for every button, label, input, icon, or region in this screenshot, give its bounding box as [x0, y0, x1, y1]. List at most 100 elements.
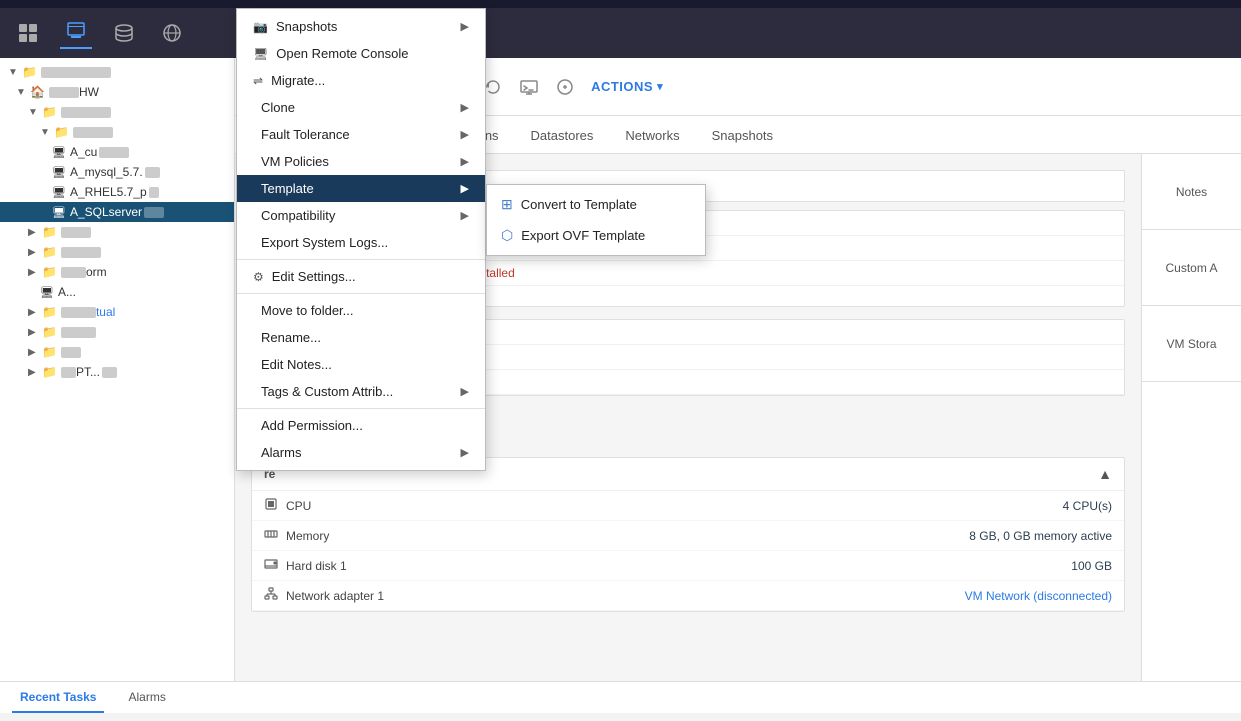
tree-item-hw[interactable]: ▼ 🏠 HW	[0, 82, 234, 102]
hw-network-value: VM Network (disconnected)	[965, 589, 1112, 603]
menu-separator-3	[237, 408, 485, 409]
tree-item-folder1[interactable]: ▼ 📁	[0, 102, 234, 122]
menu-item-template[interactable]: Template ▶	[237, 175, 485, 202]
settings-icon: ⚙	[253, 270, 264, 284]
arrow-icon: ▶	[461, 155, 469, 168]
tree-label: orm	[86, 265, 107, 279]
tree-label: A_RHEL5.7_p	[70, 185, 147, 199]
tree-item-vm-a2[interactable]: 🖥 A...	[0, 282, 234, 302]
tree-item-vm-mysql[interactable]: 🖥 A_mysql_5.7.	[0, 162, 234, 182]
custom-attributes-panel[interactable]: Custom A	[1142, 230, 1241, 306]
folder-icon: 📁	[42, 325, 57, 339]
chevron-icon: ▼	[28, 107, 42, 118]
folder-icon: 📁	[42, 265, 57, 279]
tree-label-blurred	[149, 187, 159, 198]
menu-label-tags: Tags & Custom Attrib...	[261, 384, 393, 399]
menu-item-edit-notes[interactable]: Edit Notes...	[237, 351, 485, 378]
tree-label-blurred	[61, 227, 91, 238]
hw-cpu-value: 4 CPU(s)	[1063, 499, 1112, 513]
alarms-label: Alarms	[128, 690, 165, 704]
tree-label-blurred	[49, 87, 79, 98]
vm-storage-panel[interactable]: VM Stora	[1142, 306, 1241, 382]
collapse-button[interactable]: ▲	[1098, 466, 1112, 482]
tree-item-f2[interactable]: ▶ 📁	[0, 222, 234, 242]
tree-label: A_cu	[70, 145, 97, 159]
tree-item-vm-acu[interactable]: 🖥 A_cu	[0, 142, 234, 162]
tree-item-f3[interactable]: ▶ 📁	[0, 242, 234, 262]
tree-label-blurred	[41, 67, 111, 78]
menu-item-compatibility[interactable]: Compatibility ▶	[237, 202, 485, 229]
recent-tasks-tab[interactable]: Recent Tasks	[12, 682, 104, 713]
menu-label-alarms: Alarms	[261, 445, 301, 460]
vm-icon: 🖥	[52, 146, 66, 159]
folder-icon: 📁	[42, 345, 57, 359]
submenu-item-export-ovf[interactable]: ⬡ Export OVF Template	[487, 220, 705, 251]
tree-item-vm-rhel[interactable]: 🖥 A_RHEL5.7_p	[0, 182, 234, 202]
tree-label: A...	[58, 285, 76, 299]
grid-view-icon[interactable]	[12, 17, 44, 49]
tree-item-f6[interactable]: ▶ 📁	[0, 322, 234, 342]
vm-icon: 🖥	[52, 186, 66, 199]
menu-item-move-folder[interactable]: Move to folder...	[237, 297, 485, 324]
tree-item-subfolder1[interactable]: ▼ 📁	[0, 122, 234, 142]
app-container: ▼ 📁 ▼ 🏠 HW ▼ 📁	[0, 0, 1241, 713]
hw-cpu-label: CPU	[286, 499, 1063, 513]
menu-item-add-permission[interactable]: Add Permission...	[237, 412, 485, 439]
menu-item-edit-settings[interactable]: ⚙ Edit Settings...	[237, 263, 485, 290]
alarms-tab[interactable]: Alarms	[120, 682, 173, 713]
menu-item-migrate[interactable]: ⇌ Migrate...	[237, 67, 485, 94]
console-icon: 🖥	[253, 58, 268, 61]
vm-storage-label: VM Stora	[1166, 337, 1216, 351]
context-menu: 📷 Snapshots ▶ 🖥 Open Remote Console ⇌ Mi…	[236, 58, 486, 471]
hardware-section: re ▲ CPU 4 CPU(s)	[251, 457, 1125, 612]
menu-item-export-logs[interactable]: Export System Logs...	[237, 229, 485, 256]
tree-label-blurred	[145, 167, 160, 178]
hw-disk-value: 100 GB	[1071, 559, 1112, 573]
vm-icon: 🖥	[40, 286, 54, 299]
vm-icon: 🖥	[52, 206, 66, 219]
tree-label-blurred	[61, 347, 81, 358]
tree-item-f7[interactable]: ▶ 📁	[0, 342, 234, 362]
chevron-icon: ▶	[28, 227, 42, 238]
tree-item-root[interactable]: ▼ 📁	[0, 62, 234, 82]
hw-cpu-row: CPU 4 CPU(s)	[252, 491, 1124, 521]
tree-label-blurred	[99, 147, 129, 158]
hw-memory-row: Memory 8 GB, 0 GB memory active	[252, 521, 1124, 551]
menu-item-open-console[interactable]: 🖥 Open Remote Console	[237, 58, 485, 67]
tree-item-f5[interactable]: ▶ 📁 tual	[0, 302, 234, 322]
chevron-icon: ▶	[28, 367, 42, 378]
tree-item-vm-sql[interactable]: 🖥 A_SQLserver	[0, 202, 234, 222]
menu-item-tags[interactable]: Tags & Custom Attrib... ▶	[237, 378, 485, 405]
arrow-icon: ▶	[461, 101, 469, 114]
menu-label-move-folder: Move to folder...	[261, 303, 354, 318]
submenu-item-convert-template[interactable]: ⊞ Convert to Template	[487, 189, 705, 220]
storage-icon[interactable]	[108, 17, 140, 49]
notes-panel[interactable]: Notes	[1142, 154, 1241, 230]
tree-item-f4[interactable]: ▶ 📁 orm	[0, 262, 234, 282]
template-submenu-wrapper: ⊞ Convert to Template ⬡ Export OVF Templ…	[486, 184, 706, 471]
tree-label-blurred	[102, 367, 117, 378]
folder-icon: 📁	[54, 125, 69, 139]
tree-label: A_mysql_5.7.	[70, 165, 143, 179]
tab-snapshots[interactable]: Snapshots	[696, 120, 789, 153]
menu-item-clone[interactable]: Clone ▶	[237, 94, 485, 121]
tree-label-blurred	[61, 307, 96, 318]
menu-item-fault-tolerance[interactable]: Fault Tolerance ▶	[237, 121, 485, 148]
menu-item-rename[interactable]: Rename...	[237, 324, 485, 351]
tree-item-f8[interactable]: ▶ 📁 PT...	[0, 362, 234, 382]
arrow-icon: ▶	[461, 209, 469, 222]
menu-separator	[237, 259, 485, 260]
menu-item-alarms[interactable]: Alarms ▶	[237, 439, 485, 466]
chevron-icon: ▶	[28, 247, 42, 258]
globe-icon[interactable]	[156, 17, 188, 49]
tree-label-tual: tual	[96, 305, 115, 319]
top-toolbar	[0, 0, 1241, 8]
menu-separator-2	[237, 293, 485, 294]
vm-icon[interactable]	[60, 17, 92, 49]
chevron-icon: ▼	[16, 87, 30, 98]
recent-tasks-label: Recent Tasks	[20, 690, 96, 704]
menu-label-add-permission: Add Permission...	[261, 418, 363, 433]
folder-icon: 📁	[42, 365, 57, 379]
menu-item-vm-policies[interactable]: VM Policies ▶	[237, 148, 485, 175]
tree-label-blurred	[61, 107, 111, 118]
